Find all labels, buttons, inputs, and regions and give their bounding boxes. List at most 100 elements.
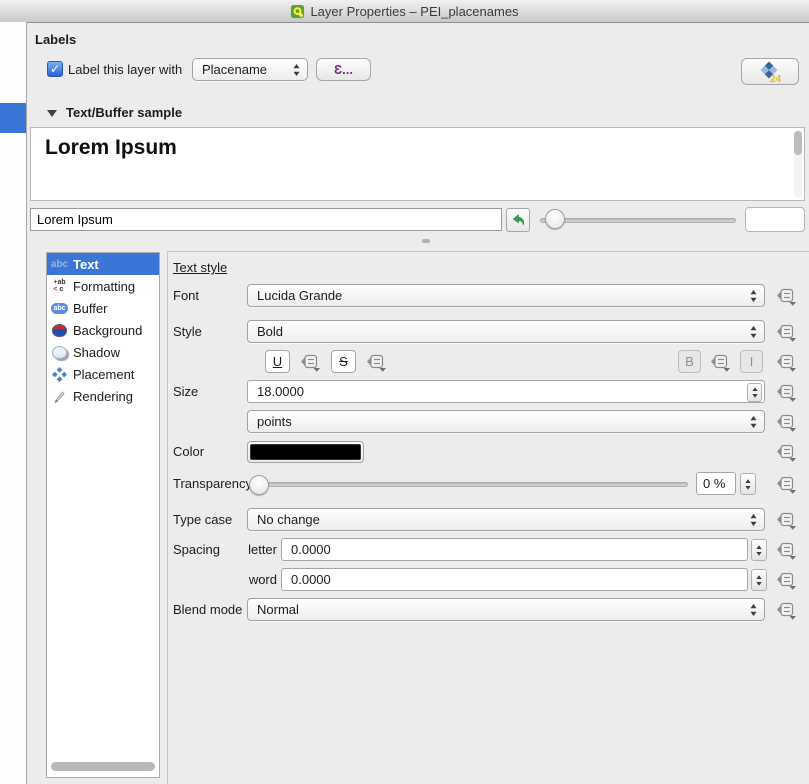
data-defined-override-button[interactable] [296,350,324,374]
combo-updown-icon [750,604,757,616]
data-defined-override-button[interactable] [772,472,800,496]
color-swatch-button[interactable] [247,441,364,463]
expression-builder-button[interactable]: Ɛ... [316,58,371,81]
sidebar-item-placement[interactable]: Placement [47,363,159,385]
letter-spacing-value: 0.0000 [291,542,331,557]
sample-reset-button[interactable] [506,208,530,232]
size-units-value: points [257,414,292,429]
data-defined-override-icon [365,352,387,372]
italic-button[interactable]: I [740,350,763,373]
auto-placement-button[interactable] [741,58,799,85]
blend-mode-combobox[interactable]: Normal [247,598,765,621]
size-units-combobox[interactable]: points [247,410,765,433]
data-defined-override-button[interactable] [772,440,800,464]
combo-updown-icon [750,290,757,302]
data-defined-override-icon [709,352,731,372]
font-combobox[interactable]: Lucida Grande [247,284,765,307]
data-defined-override-button[interactable] [772,410,800,434]
buffer-abc-icon: abc [51,300,68,316]
data-defined-override-icon [775,570,797,590]
data-defined-override-button[interactable] [772,284,800,308]
data-defined-override-button[interactable] [772,598,800,622]
underline-button-label: U [273,354,282,369]
combo-updown-icon [293,64,300,76]
text-style-heading: Text style [173,260,227,275]
data-defined-override-button[interactable] [772,538,800,562]
style-combobox[interactable]: Bold [247,320,765,343]
epsilon-expression-icon: Ɛ... [334,62,353,77]
placement-diamonds-icon [51,366,68,382]
window-title: Layer Properties – PEI_placenames [310,4,518,19]
spinbox-stepper[interactable] [740,473,756,495]
data-defined-override-icon [775,352,797,372]
label-this-layer-label: Label this layer with [68,58,182,81]
sidebar-item-formatting[interactable]: +ab< c Formatting [47,275,159,297]
field-combobox[interactable]: Placename [192,58,308,81]
sidebar-item-label: Placement [73,367,134,382]
strikeout-button-label: S [339,354,348,369]
outer-tab-selected-labels[interactable] [0,103,26,133]
sidebar-item-background[interactable]: Background [47,319,159,341]
label-settings-list: abc Text +ab< c Formatting abc Buffer Ba… [46,252,160,778]
data-defined-override-icon [775,600,797,620]
stepper-updown-icon [756,545,762,556]
sample-vertical-scrollbar[interactable] [794,130,802,198]
scrollbar-thumb[interactable] [794,131,802,155]
style-combobox-value: Bold [257,324,283,339]
splitter-handle[interactable] [422,239,430,243]
sample-size-slider-handle[interactable] [545,209,565,229]
word-spacing-spinbox[interactable]: 0.0000 [281,568,748,591]
shadow-shape-icon [51,344,68,360]
background-shape-icon [51,322,68,338]
combo-updown-icon [750,326,757,338]
data-defined-override-button[interactable] [772,380,800,404]
type-case-combobox[interactable]: No change [247,508,765,531]
size-spinbox[interactable]: 18.0000 [247,380,765,403]
sidebar-item-label: Text [73,257,99,272]
data-defined-override-button[interactable] [706,350,734,374]
blend-mode-label: Blend mode [173,598,242,621]
sidebar-item-shadow[interactable]: Shadow [47,341,159,363]
sidebar-item-text[interactable]: abc Text [47,253,159,275]
transparency-slider[interactable] [256,482,688,487]
sidebar-item-label: Formatting [73,279,135,294]
label-this-layer-checkbox[interactable]: ✓ [47,61,63,77]
transparency-spinbox[interactable]: 0 % [696,472,736,495]
spinbox-stepper[interactable] [751,569,767,591]
blend-mode-value: Normal [257,602,299,617]
combo-updown-icon [750,416,757,428]
bold-button[interactable]: B [678,350,701,373]
sidebar-item-buffer[interactable]: abc Buffer [47,297,159,319]
window-titlebar: Layer Properties – PEI_placenames [0,0,809,23]
bold-button-label: B [685,354,694,369]
transparency-slider-handle[interactable] [249,475,269,495]
transparency-value: 0 % [703,476,725,491]
spinbox-stepper[interactable] [751,539,767,561]
collapse-triangle-icon[interactable] [47,110,57,117]
underline-button[interactable]: U [265,350,290,373]
sample-size-slider[interactable] [540,218,736,223]
strikeout-button[interactable]: S [331,350,356,373]
data-defined-override-button[interactable] [772,320,800,344]
letter-spacing-spinbox[interactable]: 0.0000 [281,538,748,561]
font-label: Font [173,284,199,307]
qgis-logo-icon [290,4,305,19]
spacing-letter-label: letter [233,538,277,561]
data-defined-override-icon [775,322,797,342]
font-combobox-value: Lucida Grande [257,288,342,303]
data-defined-override-button[interactable] [362,350,390,374]
stepper-updown-icon [752,387,758,398]
style-label: Style [173,320,202,343]
data-defined-override-button[interactable] [772,350,800,374]
data-defined-override-button[interactable] [772,508,800,532]
sidebar-item-label: Buffer [73,301,107,316]
data-defined-override-icon [775,382,797,402]
text-abc-icon: abc [51,256,68,272]
field-combobox-value: Placename [202,62,267,77]
sidebar-item-rendering[interactable]: Rendering [47,385,159,407]
sample-text-input[interactable] [30,208,502,231]
list-horizontal-scrollbar[interactable] [51,762,155,771]
data-defined-override-button[interactable] [772,568,800,592]
spinbox-stepper[interactable] [747,383,762,402]
undo-arrow-icon [510,212,526,228]
